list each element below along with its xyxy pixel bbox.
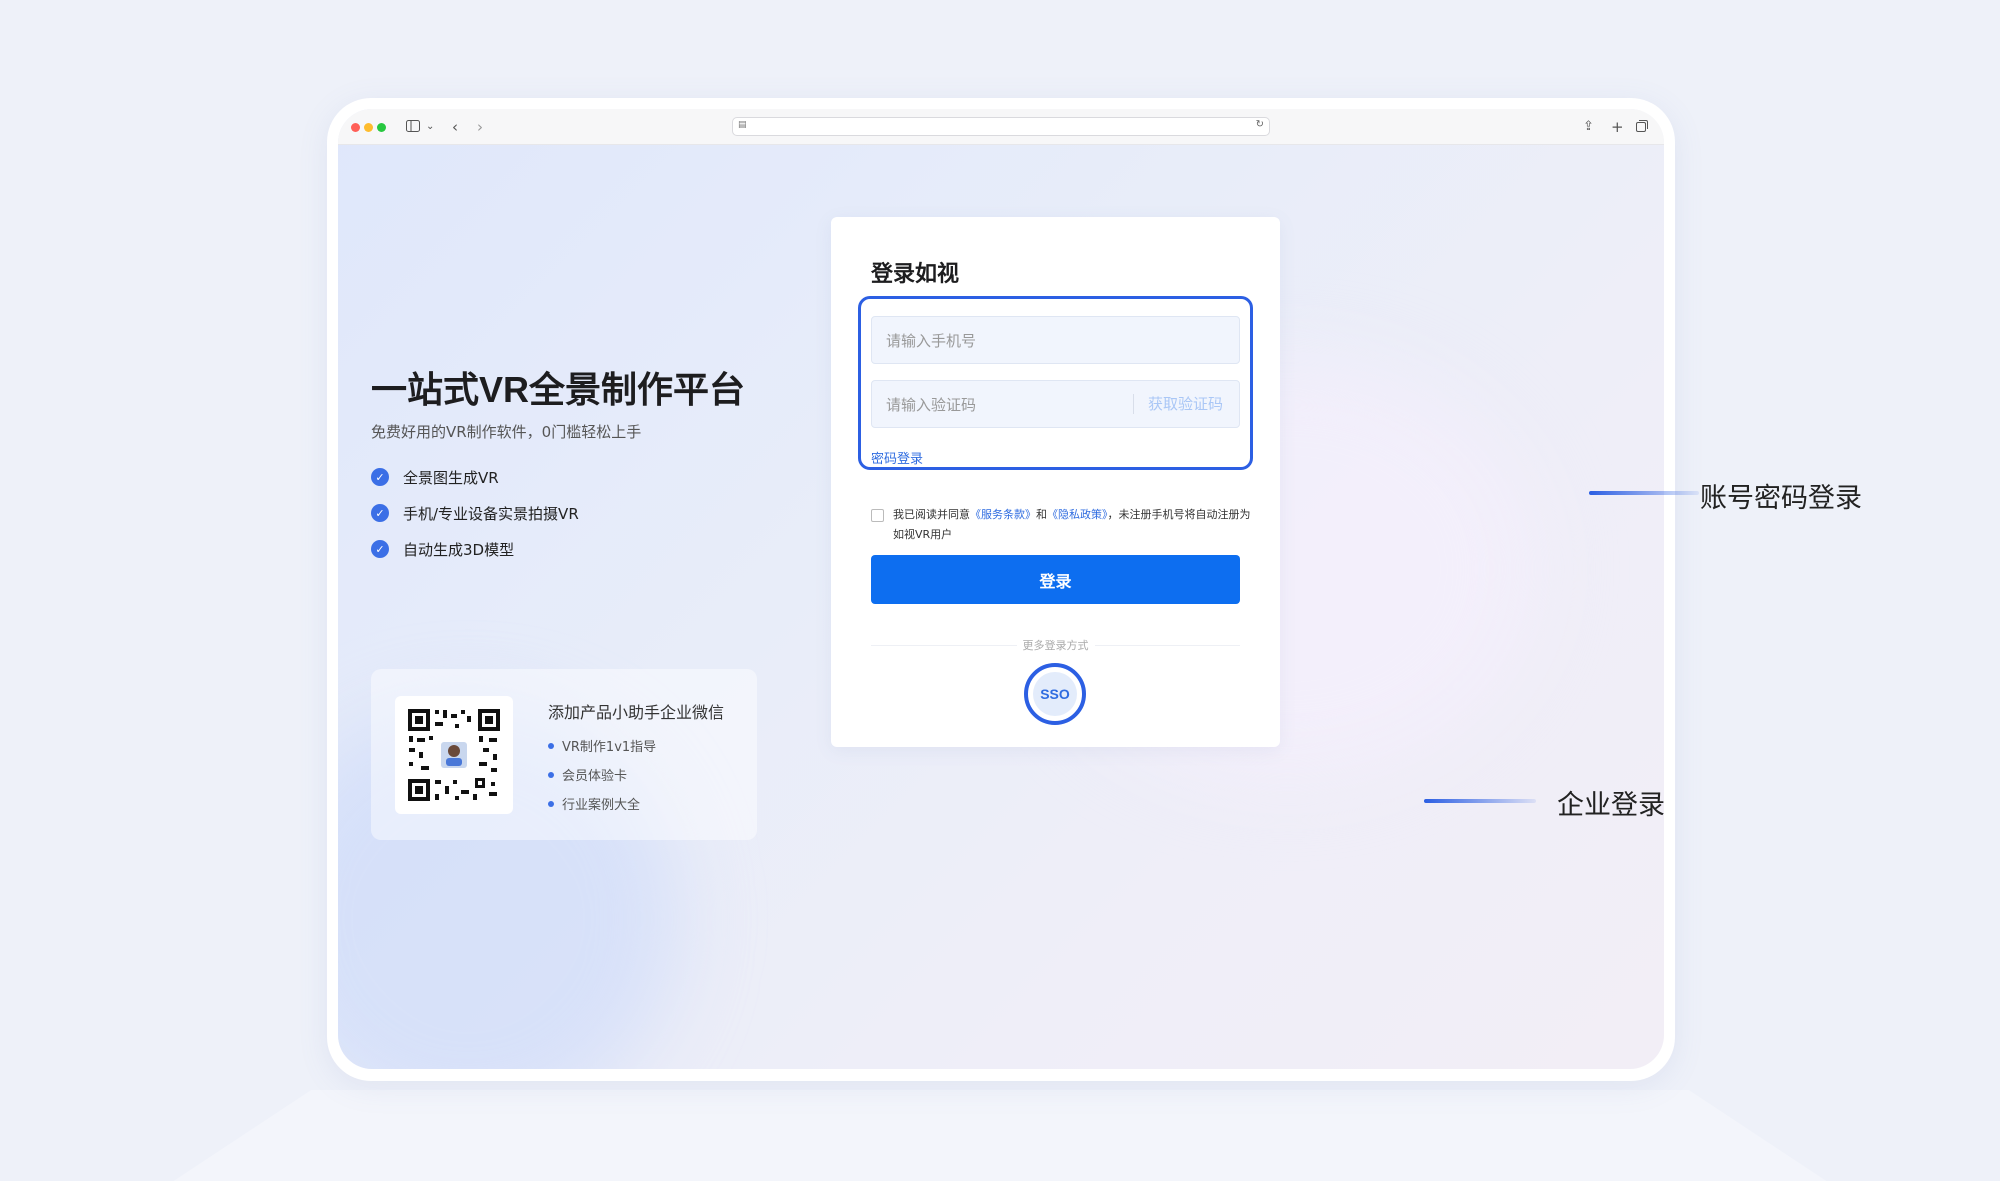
forward-icon[interactable]: › bbox=[477, 118, 483, 136]
hero-title: 一站式VR全景制作平台 bbox=[371, 369, 746, 410]
get-code-button[interactable]: 获取验证码 bbox=[1132, 394, 1223, 414]
sso-login-button[interactable]: SSO bbox=[1024, 663, 1086, 725]
minimize-window-button[interactable] bbox=[364, 123, 373, 132]
close-window-button[interactable] bbox=[351, 123, 360, 132]
wechat-assistant-card: 添加产品小助手企业微信 VR制作1v1指导 会员体验卡 行业案例大全 bbox=[371, 669, 757, 840]
feature-label: 全景图生成VR bbox=[403, 468, 499, 487]
feature-label: 手机/专业设备实景拍摄VR bbox=[403, 504, 579, 523]
code-placeholder: 请输入验证码 bbox=[886, 395, 977, 414]
reload-icon[interactable]: ↻ bbox=[1256, 119, 1264, 130]
agreement-checkbox[interactable] bbox=[871, 509, 884, 522]
qr-card-item-label: 会员体验卡 bbox=[562, 769, 628, 784]
login-panel: 登录如视 请输入手机号 请输入验证码 获取验证码 密码登录 我已阅读并同意《服务… bbox=[831, 217, 1280, 747]
phone-input[interactable]: 请输入手机号 bbox=[871, 316, 1240, 364]
chevron-down-icon[interactable]: ⌄ bbox=[426, 118, 434, 136]
bullet-icon bbox=[548, 742, 554, 749]
feature-item: ✓ 全景图生成VR bbox=[371, 459, 579, 495]
account-callout-line bbox=[1589, 491, 1699, 495]
qr-card-item: 行业案例大全 bbox=[548, 789, 656, 818]
agreement-prefix: 我已阅读并同意 bbox=[893, 508, 970, 521]
share-icon[interactable]: ⇪ bbox=[1583, 118, 1594, 136]
bullet-icon bbox=[548, 771, 554, 778]
agreement-text: 我已阅读并同意《服务条款》和《隐私政策》，未注册手机号将自动注册为如视VR用户 bbox=[871, 505, 1251, 545]
verification-code-input[interactable]: 请输入验证码 获取验证码 bbox=[871, 380, 1240, 428]
hero-subtitle: 免费好用的VR制作软件，0门槛轻松上手 bbox=[371, 423, 642, 441]
address-bar[interactable]: ▤ ↻ bbox=[732, 117, 1270, 136]
qr-card-item-label: 行业案例大全 bbox=[562, 798, 641, 813]
back-icon[interactable]: ‹ bbox=[452, 118, 458, 136]
new-tab-icon[interactable]: + bbox=[1611, 118, 1624, 136]
feature-item: ✓ 自动生成3D模型 bbox=[371, 531, 579, 567]
agreement-and: 和 bbox=[1036, 508, 1047, 521]
lock-icon: ▤ bbox=[738, 120, 747, 130]
bullet-icon bbox=[548, 800, 554, 807]
qr-card-list: VR制作1v1指导 会员体验卡 行业案例大全 bbox=[548, 731, 656, 818]
tabs-icon[interactable] bbox=[1636, 118, 1648, 136]
device-stand bbox=[160, 1090, 1840, 1181]
phone-placeholder: 请输入手机号 bbox=[886, 331, 977, 350]
feature-item: ✓ 手机/专业设备实景拍摄VR bbox=[371, 495, 579, 531]
qr-card-item-label: VR制作1v1指导 bbox=[562, 740, 657, 755]
enterprise-callout-line bbox=[1424, 799, 1536, 803]
feature-label: 自动生成3D模型 bbox=[403, 540, 515, 559]
check-icon: ✓ bbox=[371, 504, 389, 522]
qr-card-item: 会员体验卡 bbox=[548, 760, 656, 789]
feature-list: ✓ 全景图生成VR ✓ 手机/专业设备实景拍摄VR ✓ 自动生成3D模型 bbox=[371, 459, 579, 567]
password-login-link[interactable]: 密码登录 bbox=[871, 448, 923, 467]
privacy-link[interactable]: 《隐私政策》 bbox=[1047, 508, 1108, 521]
qr-card-item: VR制作1v1指导 bbox=[548, 731, 656, 760]
check-icon: ✓ bbox=[371, 540, 389, 558]
browser-toolbar: ⌄ ‹ › ▤ ↻ ⇪ + bbox=[338, 109, 1664, 145]
login-title: 登录如视 bbox=[871, 262, 960, 287]
wechat-qr-code bbox=[395, 696, 513, 814]
more-login-methods: 更多登录方式 bbox=[831, 637, 1280, 653]
check-icon: ✓ bbox=[371, 468, 389, 486]
sso-icon: SSO bbox=[1033, 672, 1077, 716]
agreement: 我已阅读并同意《服务条款》和《隐私政策》，未注册手机号将自动注册为如视VR用户 bbox=[871, 505, 1251, 545]
account-login-callout: 账号密码登录 bbox=[1700, 483, 1862, 514]
sidebar-icon[interactable] bbox=[406, 118, 420, 136]
more-login-label: 更多登录方式 bbox=[1016, 639, 1095, 652]
qr-card-title: 添加产品小助手企业微信 bbox=[548, 703, 725, 722]
terms-link[interactable]: 《服务条款》 bbox=[970, 508, 1036, 521]
login-button[interactable]: 登录 bbox=[871, 555, 1240, 604]
maximize-window-button[interactable] bbox=[377, 123, 386, 132]
enterprise-login-callout: 企业登录 bbox=[1557, 790, 1665, 821]
